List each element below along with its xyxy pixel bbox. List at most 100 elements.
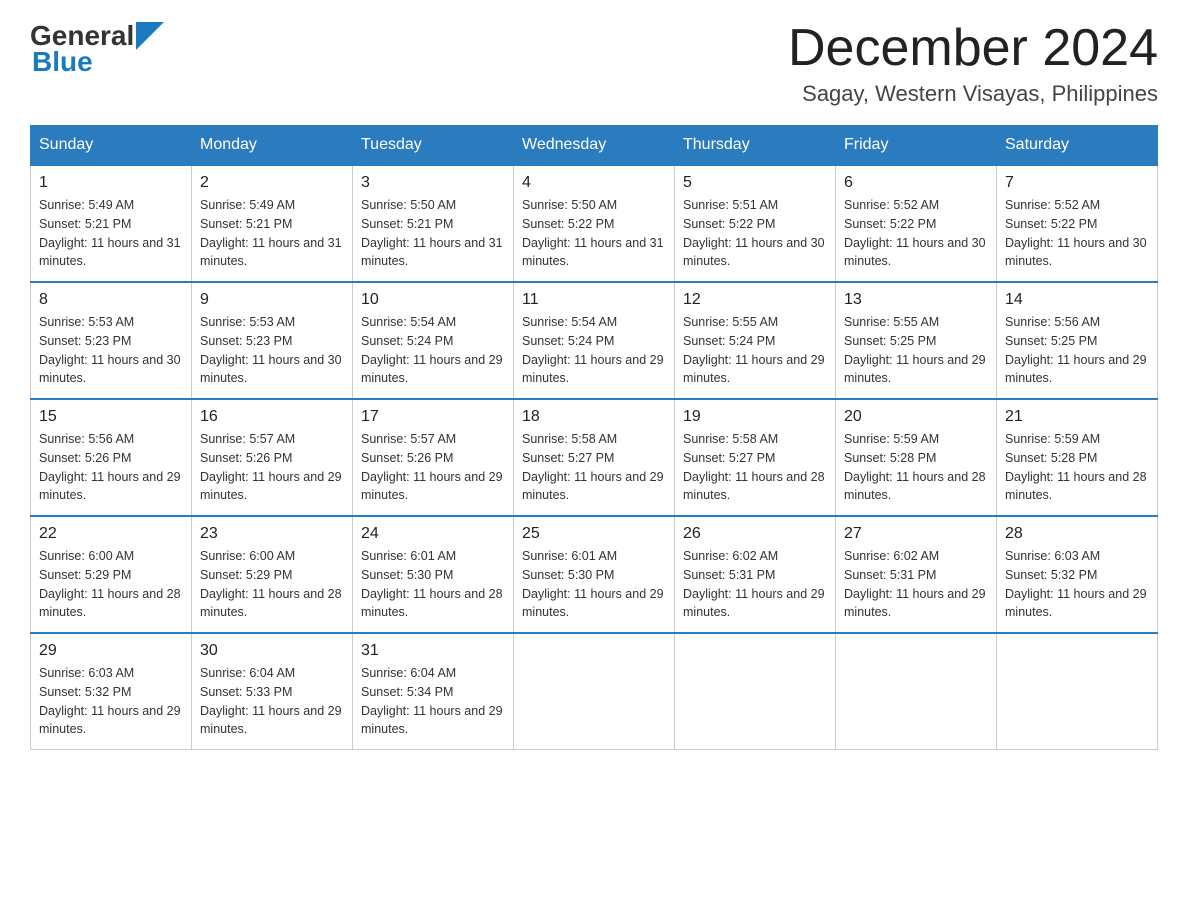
day-number: 30 [200, 642, 344, 660]
title-area: December 2024 Sagay, Western Visayas, Ph… [788, 20, 1158, 107]
calendar-header-wednesday: Wednesday [514, 126, 675, 166]
day-number: 14 [1005, 291, 1149, 309]
calendar-cell [514, 633, 675, 750]
day-number: 26 [683, 525, 827, 543]
day-info: Sunrise: 6:00 AMSunset: 5:29 PMDaylight:… [39, 547, 183, 622]
day-info: Sunrise: 6:00 AMSunset: 5:29 PMDaylight:… [200, 547, 344, 622]
day-info: Sunrise: 6:02 AMSunset: 5:31 PMDaylight:… [844, 547, 988, 622]
day-number: 12 [683, 291, 827, 309]
calendar-table: SundayMondayTuesdayWednesdayThursdayFrid… [30, 125, 1158, 750]
calendar-cell: 26 Sunrise: 6:02 AMSunset: 5:31 PMDayligh… [675, 516, 836, 633]
calendar-cell: 21Sunrise: 5:59 AMSunset: 5:28 PMDayligh… [997, 399, 1158, 516]
day-number: 6 [844, 174, 988, 192]
day-number: 11 [522, 291, 666, 309]
calendar-cell: 27 Sunrise: 6:02 AMSunset: 5:31 PMDayligh… [836, 516, 997, 633]
calendar-cell: 16 Sunrise: 5:57 AMSunset: 5:26 PMDayligh… [192, 399, 353, 516]
day-info: Sunrise: 5:50 AMSunset: 5:22 PMDaylight:… [522, 196, 666, 271]
calendar-cell: 9Sunrise: 5:53 AMSunset: 5:23 PMDaylight… [192, 282, 353, 399]
calendar-cell: 20 Sunrise: 5:59 AMSunset: 5:28 PMDayligh… [836, 399, 997, 516]
day-info: Sunrise: 5:50 AMSunset: 5:21 PMDaylight:… [361, 196, 505, 271]
day-info: Sunrise: 5:59 AMSunset: 5:28 PMDaylight:… [844, 430, 988, 505]
day-info: Sunrise: 6:01 AMSunset: 5:30 PMDaylight:… [522, 547, 666, 622]
calendar-cell: 30 Sunrise: 6:04 AMSunset: 5:33 PMDayligh… [192, 633, 353, 750]
day-info: Sunrise: 6:04 AMSunset: 5:34 PMDaylight:… [361, 664, 505, 739]
calendar-cell: 3 Sunrise: 5:50 AMSunset: 5:21 PMDaylight… [353, 165, 514, 282]
day-number: 2 [200, 174, 344, 192]
day-number: 23 [200, 525, 344, 543]
calendar-cell: 11Sunrise: 5:54 AMSunset: 5:24 PMDayligh… [514, 282, 675, 399]
calendar-week-row: 29 Sunrise: 6:03 AMSunset: 5:32 PMDayligh… [31, 633, 1158, 750]
calendar-header-row: SundayMondayTuesdayWednesdayThursdayFrid… [31, 126, 1158, 166]
day-info: Sunrise: 6:01 AMSunset: 5:30 PMDaylight:… [361, 547, 505, 622]
calendar-cell: 5Sunrise: 5:51 AMSunset: 5:22 PMDaylight… [675, 165, 836, 282]
calendar-week-row: 1Sunrise: 5:49 AMSunset: 5:21 PMDaylight… [31, 165, 1158, 282]
calendar-cell [675, 633, 836, 750]
calendar-cell [836, 633, 997, 750]
month-year-title: December 2024 [788, 20, 1158, 77]
day-info: Sunrise: 6:03 AMSunset: 5:32 PMDaylight:… [39, 664, 183, 739]
day-number: 25 [522, 525, 666, 543]
day-info: Sunrise: 6:02 AMSunset: 5:31 PMDaylight:… [683, 547, 827, 622]
calendar-cell: 6Sunrise: 5:52 AMSunset: 5:22 PMDaylight… [836, 165, 997, 282]
day-info: Sunrise: 5:53 AMSunset: 5:23 PMDaylight:… [200, 313, 344, 388]
day-info: Sunrise: 5:52 AMSunset: 5:22 PMDaylight:… [1005, 196, 1149, 271]
day-number: 20 [844, 408, 988, 426]
calendar-header-friday: Friday [836, 126, 997, 166]
calendar-header-tuesday: Tuesday [353, 126, 514, 166]
calendar-cell: 18 Sunrise: 5:58 AMSunset: 5:27 PMDayligh… [514, 399, 675, 516]
day-number: 15 [39, 408, 183, 426]
day-number: 3 [361, 174, 505, 192]
day-info: Sunrise: 6:04 AMSunset: 5:33 PMDaylight:… [200, 664, 344, 739]
calendar-cell: 14 Sunrise: 5:56 AMSunset: 5:25 PMDayligh… [997, 282, 1158, 399]
calendar-cell: 25 Sunrise: 6:01 AMSunset: 5:30 PMDayligh… [514, 516, 675, 633]
calendar-cell: 31 Sunrise: 6:04 AMSunset: 5:34 PMDayligh… [353, 633, 514, 750]
day-number: 16 [200, 408, 344, 426]
day-number: 10 [361, 291, 505, 309]
calendar-week-row: 8Sunrise: 5:53 AMSunset: 5:23 PMDaylight… [31, 282, 1158, 399]
day-info: Sunrise: 5:57 AMSunset: 5:26 PMDaylight:… [200, 430, 344, 505]
day-number: 4 [522, 174, 666, 192]
calendar-week-row: 15 Sunrise: 5:56 AMSunset: 5:26 PMDayligh… [31, 399, 1158, 516]
header: General Blue December 2024 Sagay, Wester… [30, 20, 1158, 107]
logo: General Blue [30, 20, 164, 78]
day-number: 28 [1005, 525, 1149, 543]
calendar-cell: 19Sunrise: 5:58 AMSunset: 5:27 PMDayligh… [675, 399, 836, 516]
calendar-body: 1Sunrise: 5:49 AMSunset: 5:21 PMDaylight… [31, 165, 1158, 750]
day-info: Sunrise: 5:56 AMSunset: 5:26 PMDaylight:… [39, 430, 183, 505]
calendar-cell: 22 Sunrise: 6:00 AMSunset: 5:29 PMDayligh… [31, 516, 192, 633]
calendar-header-monday: Monday [192, 126, 353, 166]
calendar-header-saturday: Saturday [997, 126, 1158, 166]
day-info: Sunrise: 5:55 AMSunset: 5:24 PMDaylight:… [683, 313, 827, 388]
calendar-cell: 2Sunrise: 5:49 AMSunset: 5:21 PMDaylight… [192, 165, 353, 282]
day-info: Sunrise: 5:51 AMSunset: 5:22 PMDaylight:… [683, 196, 827, 271]
calendar-header-sunday: Sunday [31, 126, 192, 166]
calendar-header-thursday: Thursday [675, 126, 836, 166]
day-info: Sunrise: 5:56 AMSunset: 5:25 PMDaylight:… [1005, 313, 1149, 388]
day-number: 31 [361, 642, 505, 660]
logo-blue-text: Blue [30, 46, 164, 78]
day-number: 13 [844, 291, 988, 309]
calendar-cell: 17Sunrise: 5:57 AMSunset: 5:26 PMDayligh… [353, 399, 514, 516]
calendar-cell: 12 Sunrise: 5:55 AMSunset: 5:24 PMDayligh… [675, 282, 836, 399]
day-info: Sunrise: 6:03 AMSunset: 5:32 PMDaylight:… [1005, 547, 1149, 622]
day-info: Sunrise: 5:58 AMSunset: 5:27 PMDaylight:… [522, 430, 666, 505]
location-subtitle: Sagay, Western Visayas, Philippines [788, 81, 1158, 107]
calendar-cell: 23 Sunrise: 6:00 AMSunset: 5:29 PMDayligh… [192, 516, 353, 633]
calendar-cell: 28 Sunrise: 6:03 AMSunset: 5:32 PMDayligh… [997, 516, 1158, 633]
calendar-cell: 8Sunrise: 5:53 AMSunset: 5:23 PMDaylight… [31, 282, 192, 399]
calendar-week-row: 22 Sunrise: 6:00 AMSunset: 5:29 PMDayligh… [31, 516, 1158, 633]
day-number: 29 [39, 642, 183, 660]
day-number: 18 [522, 408, 666, 426]
calendar-cell: 10 Sunrise: 5:54 AMSunset: 5:24 PMDayligh… [353, 282, 514, 399]
day-info: Sunrise: 5:59 AMSunset: 5:28 PMDaylight:… [1005, 430, 1149, 505]
calendar-cell: 15 Sunrise: 5:56 AMSunset: 5:26 PMDayligh… [31, 399, 192, 516]
day-info: Sunrise: 5:53 AMSunset: 5:23 PMDaylight:… [39, 313, 183, 388]
day-number: 19 [683, 408, 827, 426]
day-number: 22 [39, 525, 183, 543]
day-info: Sunrise: 5:54 AMSunset: 5:24 PMDaylight:… [361, 313, 505, 388]
day-number: 7 [1005, 174, 1149, 192]
day-number: 1 [39, 174, 183, 192]
day-number: 17 [361, 408, 505, 426]
calendar-cell: 24Sunrise: 6:01 AMSunset: 5:30 PMDayligh… [353, 516, 514, 633]
day-number: 27 [844, 525, 988, 543]
